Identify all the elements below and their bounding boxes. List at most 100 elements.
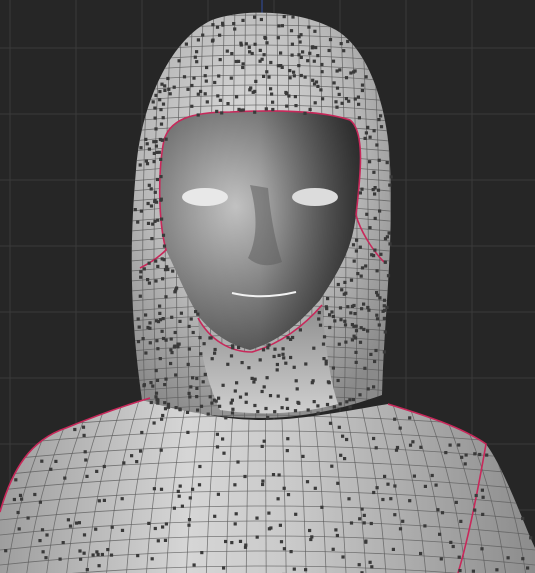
vertex-point <box>473 452 477 456</box>
vertex-point <box>156 539 160 543</box>
vertex-point <box>187 347 191 351</box>
vertex-point <box>244 400 248 404</box>
vertex-point <box>139 146 143 150</box>
viewport-canvas[interactable] <box>0 0 535 573</box>
vertex-point <box>369 352 373 356</box>
vertex-point <box>307 25 311 29</box>
vertex-point <box>373 248 377 252</box>
vertex-point <box>100 552 104 557</box>
vertex-point <box>299 33 303 37</box>
vertex-point <box>357 102 361 106</box>
vertex-point <box>253 15 257 19</box>
vertex-point <box>136 340 141 344</box>
vertex-point <box>308 107 312 111</box>
vertex-point <box>158 304 162 308</box>
vertex-point <box>174 288 178 292</box>
vertex-point <box>235 95 239 99</box>
vertex-point <box>293 409 298 413</box>
vertex-point <box>316 411 320 415</box>
vertex-point <box>136 220 140 224</box>
vertex-point <box>360 507 364 511</box>
vertex-point <box>365 212 369 216</box>
vertex-point <box>231 407 235 411</box>
vertex-point <box>186 430 190 434</box>
vertex-point <box>290 53 294 57</box>
vertex-point <box>362 521 366 525</box>
vertex-point <box>233 522 237 526</box>
vertex-point <box>348 398 352 402</box>
vertex-point <box>216 94 220 98</box>
vertex-point <box>330 310 334 314</box>
vertex-point <box>345 437 349 442</box>
vertex-point <box>258 48 262 52</box>
vertex-point <box>270 92 274 96</box>
vertex-point <box>229 401 233 405</box>
vertex-point <box>303 111 307 115</box>
vertex-point <box>352 303 356 308</box>
vertex-point <box>154 369 158 373</box>
vertex-point <box>122 461 126 465</box>
vertex-point <box>328 421 333 425</box>
vertex-point <box>149 204 154 208</box>
vertex-point <box>292 567 296 571</box>
vertex-point <box>195 395 199 399</box>
vertex-point <box>358 517 362 521</box>
vertex-point <box>155 378 160 382</box>
vertex-point <box>423 524 427 528</box>
vertex-point <box>282 356 286 360</box>
vertex-point <box>192 563 196 567</box>
vertex-point <box>154 279 158 283</box>
vertex-point <box>154 93 158 97</box>
vertex-point <box>216 492 220 496</box>
vertex-point <box>282 486 286 490</box>
vertex-point <box>430 473 434 478</box>
vertex-point <box>419 551 423 556</box>
vertex-point <box>250 376 254 380</box>
mesh-model[interactable] <box>0 0 535 573</box>
vertex-point <box>340 288 344 292</box>
vertex-point <box>195 60 199 64</box>
vertex-point <box>188 496 192 500</box>
vertex-point <box>311 45 315 49</box>
vertex-point <box>352 324 356 328</box>
vertex-point <box>285 104 289 108</box>
vertex-point <box>439 557 443 561</box>
vertex-point <box>215 432 219 436</box>
vertex-point <box>388 242 392 246</box>
vertex-point <box>351 243 356 247</box>
vertex-point <box>306 59 310 63</box>
vertex-point <box>316 404 320 408</box>
vertex-point <box>277 353 281 357</box>
vertex-point <box>152 160 156 164</box>
vertex-point <box>308 528 312 533</box>
vertex-point <box>368 160 372 164</box>
vertex-point <box>276 394 280 398</box>
vertex-point <box>159 487 164 491</box>
vertex-point <box>353 69 357 73</box>
vertex-point <box>199 352 203 356</box>
vertex-point <box>163 383 167 387</box>
vertex-point <box>61 541 65 545</box>
vertex-point <box>136 317 140 321</box>
vertex-point <box>241 65 245 70</box>
vertex-point <box>203 372 207 376</box>
vertex-point <box>218 33 222 37</box>
vertex-point <box>230 398 234 402</box>
vertex-point <box>166 76 170 81</box>
vertex-point <box>280 24 284 28</box>
vertex-point <box>320 505 324 509</box>
vertex-point <box>316 54 320 58</box>
vertex-point <box>177 59 181 63</box>
vertex-point <box>226 102 230 106</box>
vertex-point <box>155 177 160 182</box>
vertex-point <box>521 516 525 521</box>
vertex-point <box>197 483 202 487</box>
3d-viewport[interactable] <box>0 0 535 573</box>
vertex-point <box>147 281 151 285</box>
vertex-point <box>170 315 174 319</box>
vertex-point <box>297 64 301 68</box>
vertex-point <box>331 314 335 319</box>
vertex-point <box>142 267 146 271</box>
vertex-point <box>146 221 151 225</box>
vertex-point <box>155 397 159 402</box>
